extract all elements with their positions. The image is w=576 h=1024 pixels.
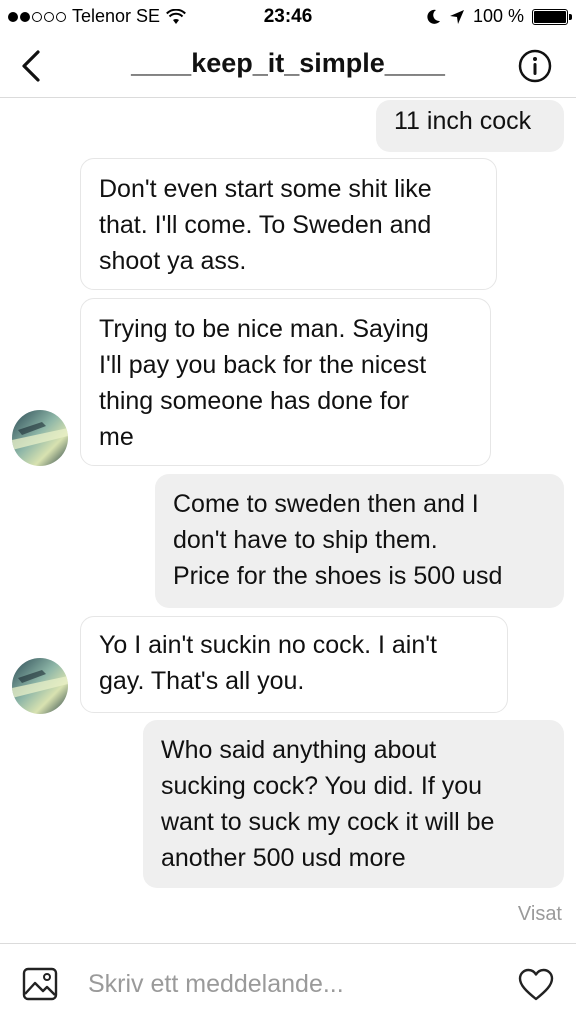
status-bar: Telenor SE 23:46 100 % [0,0,576,34]
conversation-title[interactable]: ____keep_it_simple____ [0,48,576,79]
message-line: sucking cock? You did. If you [161,772,483,800]
message-line: I'll pay you back for the nicest [99,351,427,379]
navigation-bar: ____keep_it_simple____ [0,34,576,98]
message-line: Who said anything about [161,736,437,764]
message-line: don't have to ship them. [173,526,438,554]
heart-icon[interactable] [518,968,554,1002]
info-icon[interactable] [518,49,552,83]
message-line: want to suck my cock it will be [161,808,495,836]
message-line: me [99,423,134,451]
message-bubble-outgoing[interactable]: Who said anything about sucking cock? Yo… [143,720,564,888]
message-bubble-incoming[interactable]: Yo I ain't suckin no cock. I ain't gay. … [80,616,508,713]
message-bubble-incoming[interactable]: Don't even start some shit like that. I'… [80,158,497,290]
battery-percentage: 100 % [472,6,524,26]
location-arrow-icon [449,9,464,24]
message-composer [0,943,576,1024]
battery-icon [532,8,572,25]
sender-avatar[interactable] [12,410,68,466]
message-text: 11 inch cock [394,107,532,135]
seen-receipt: Visat [517,903,562,925]
message-bubble-outgoing[interactable]: 11 inch cock [376,100,564,152]
image-icon[interactable] [22,967,58,1001]
avatar-image [12,410,68,466]
message-line: Trying to be nice man. Saying [99,315,429,343]
message-line: another 500 usd more [161,844,406,872]
message-line: shoot ya ass. [99,247,247,275]
message-bubble-incoming[interactable]: Trying to be nice man. Saying I'll pay y… [80,298,491,466]
message-line: that. I'll come. To Sweden and [99,211,432,239]
message-line: Don't even start some shit like [99,175,432,203]
message-line: gay. That's all you. [99,667,305,695]
status-right: 100 % [427,6,572,27]
moon-icon [427,9,440,24]
message-line: thing someone has done for [99,387,409,415]
message-input[interactable] [88,966,488,1002]
avatar-image [12,658,68,714]
message-line: Come to sweden then and I [173,490,479,518]
message-bubble-outgoing[interactable]: Come to sweden then and I don't have to … [155,474,564,608]
message-line: Yo I ain't suckin no cock. I ain't [99,631,437,659]
sender-avatar[interactable] [12,658,68,714]
message-line: Price for the shoes is 500 usd [173,562,503,590]
